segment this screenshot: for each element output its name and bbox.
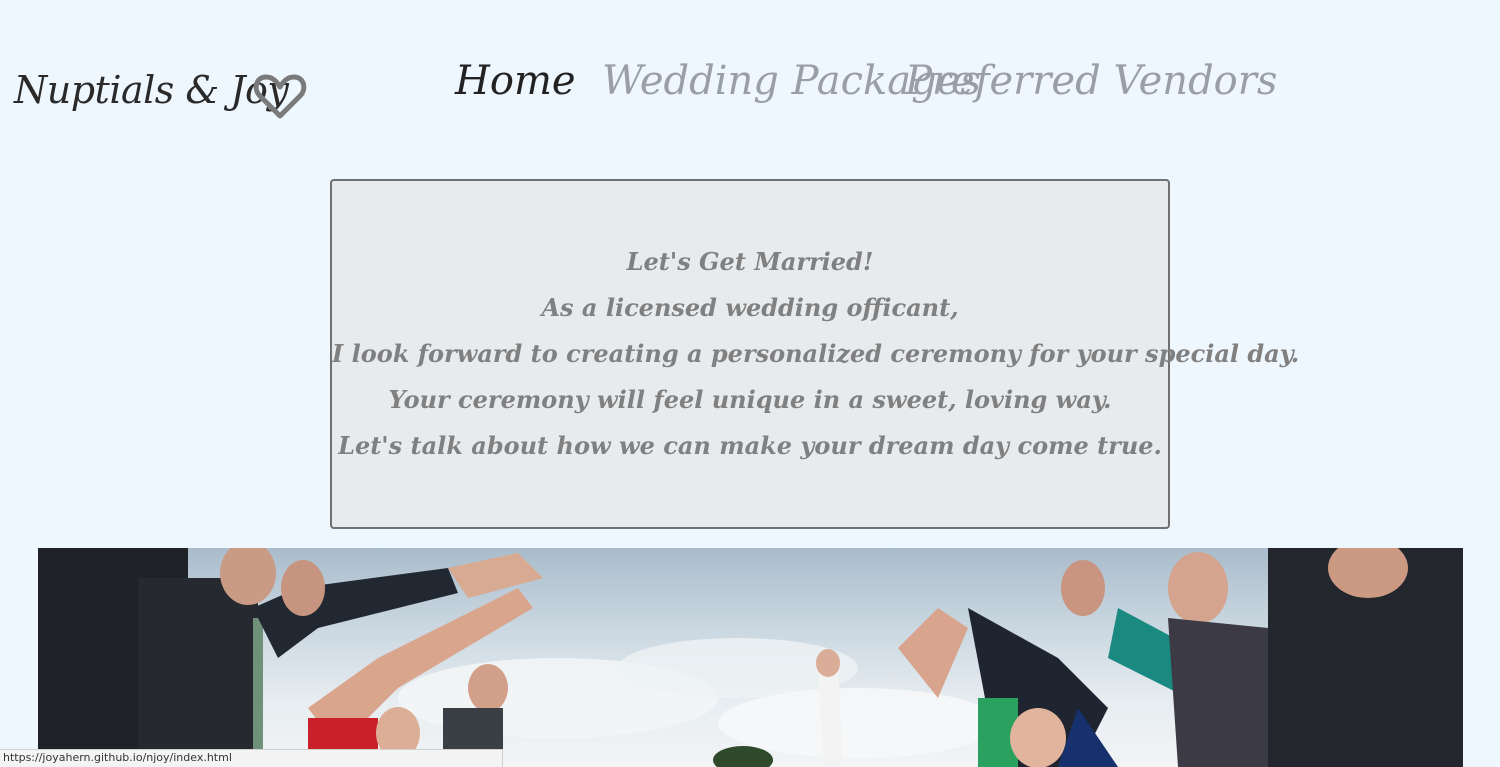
- nav-home-link[interactable]: Home: [455, 58, 576, 104]
- intro-box: Let's Get Married! As a licensed wedding…: [330, 179, 1300, 529]
- nav-preferred-vendors-link[interactable]: Preferred Vendors: [905, 58, 1277, 104]
- intro-line: Let's talk about how we can make your dr…: [338, 431, 1162, 460]
- intro-line: I look forward to creating a personalize…: [332, 339, 1300, 368]
- intro-line: Your ceremony will feel unique in a swee…: [388, 385, 1112, 414]
- wedding-celebration-photo: [38, 548, 1463, 767]
- photo-illustration: [38, 548, 1463, 767]
- intro-heading: Let's Get Married!: [626, 247, 874, 276]
- site-brand[interactable]: Nuptials & Joy: [14, 68, 289, 112]
- intro-line: As a licensed wedding officant,: [541, 293, 959, 322]
- status-bar-url: https://joyahern.github.io/njoy/index.ht…: [0, 749, 503, 767]
- intro-text: Let's Get Married! As a licensed wedding…: [332, 239, 1300, 469]
- heart-outline-icon: [253, 74, 307, 119]
